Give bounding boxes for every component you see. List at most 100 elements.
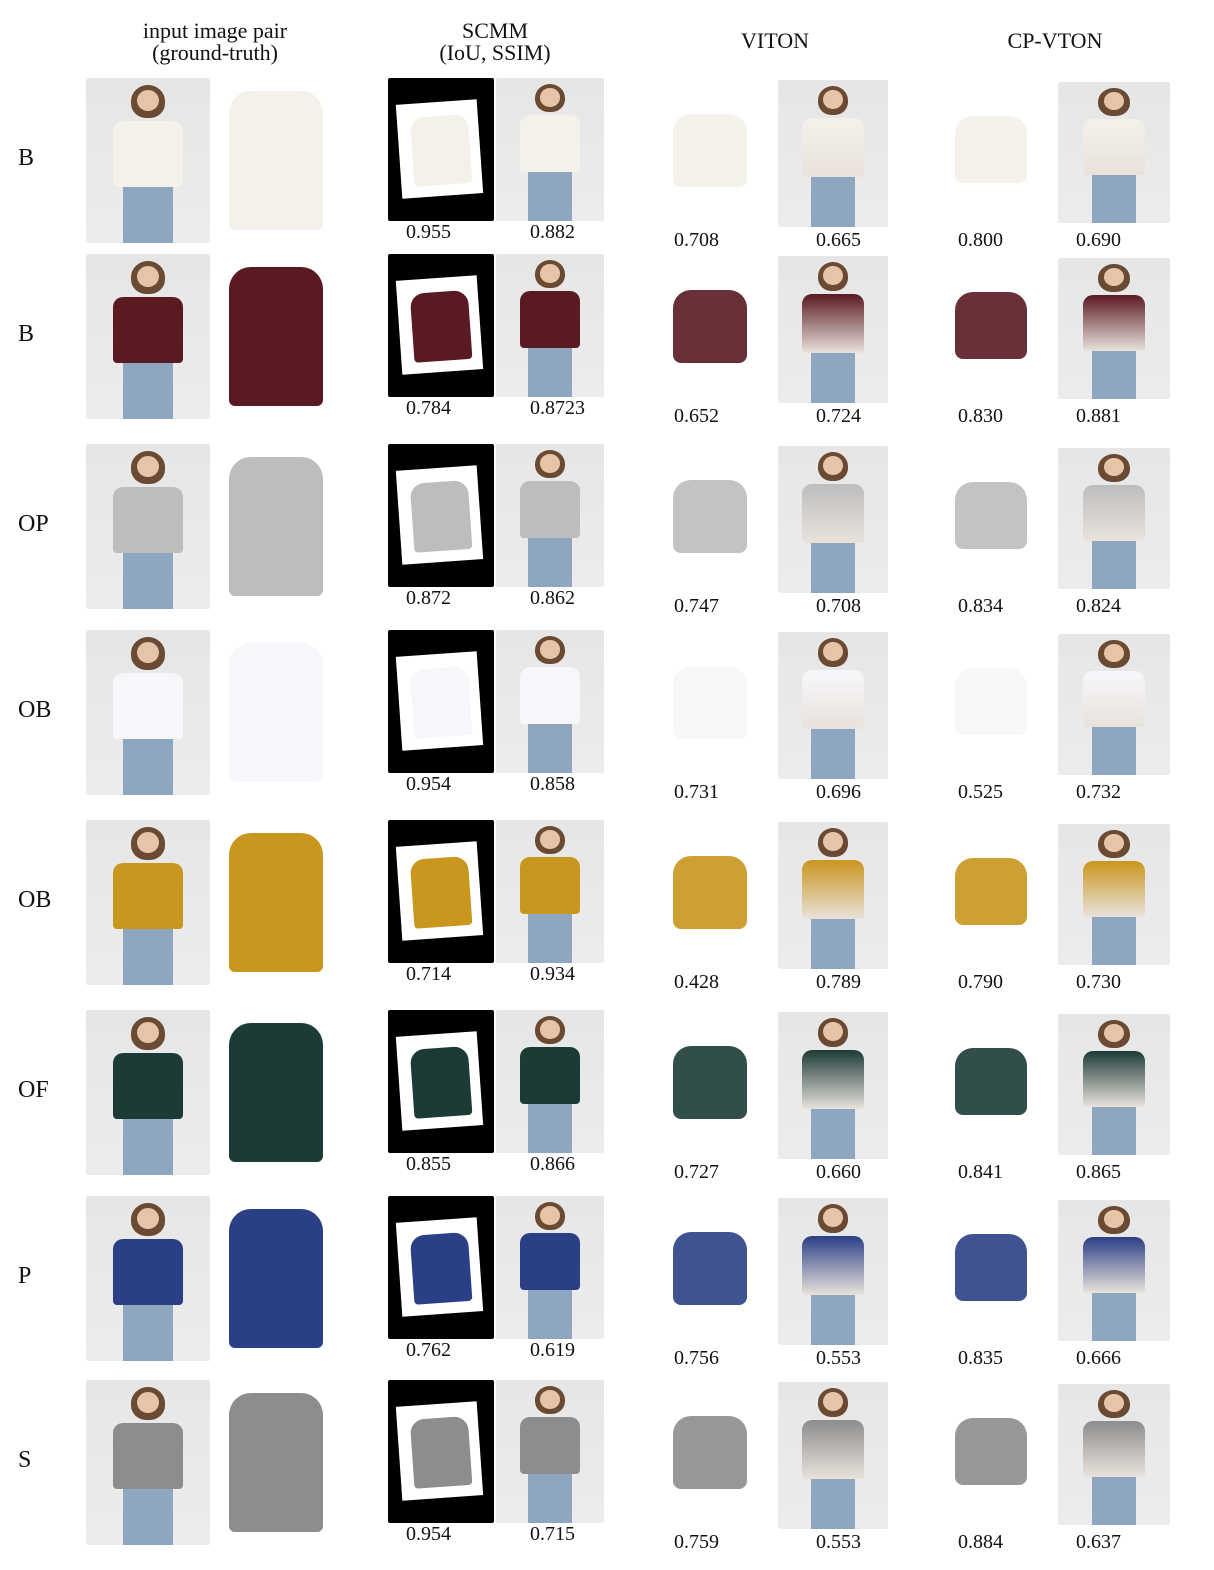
legs — [528, 914, 572, 963]
worn-garment — [113, 1422, 183, 1489]
warp-region — [395, 1401, 483, 1502]
warped-garment — [409, 114, 473, 188]
scmm-warp-image — [388, 1010, 494, 1153]
garment-shape — [673, 1045, 747, 1120]
worn-garment — [113, 1052, 183, 1119]
cpvton-ssim-score: 0.881 — [1076, 405, 1121, 427]
header-scmm-line1: SCMM — [461, 18, 529, 43]
input-cloth-image — [214, 1014, 338, 1171]
scmm-ssim-score: 0.8723 — [530, 397, 585, 419]
scmm-warp-image — [388, 254, 494, 397]
viton-warp-image — [664, 464, 756, 569]
face — [136, 1391, 160, 1413]
face — [136, 1207, 160, 1229]
garment-shape — [673, 479, 747, 554]
input-cloth-image — [214, 824, 338, 981]
worn-garment — [1082, 484, 1146, 542]
worn-garment — [802, 670, 864, 730]
cpvton-warp-image — [946, 468, 1036, 563]
legs — [123, 1304, 173, 1361]
cpvton-iou-score: 0.790 — [958, 971, 1003, 993]
cpvton-warp-image — [946, 654, 1036, 749]
header-viton: VITON — [740, 28, 810, 53]
garment-shape — [228, 457, 324, 596]
cpvton-iou-score: 0.841 — [958, 1161, 1003, 1183]
legs — [1091, 1293, 1137, 1341]
face — [540, 454, 560, 473]
scmm-iou-score: 0.872 — [406, 587, 451, 609]
cpvton-warp-image — [946, 1220, 1036, 1315]
input-person-image — [86, 254, 210, 419]
garment-shape — [228, 1209, 324, 1348]
viton-ssim-score: 0.553 — [816, 1531, 861, 1553]
cpvton-result-image — [1058, 82, 1170, 223]
cpvton-ssim-score: 0.732 — [1076, 781, 1121, 803]
worn-garment — [113, 486, 183, 553]
header-cpvton: CP-VTON — [1007, 28, 1103, 53]
cpvton-ssim-score: 0.666 — [1076, 1347, 1121, 1369]
legs — [811, 543, 855, 593]
worn-garment — [519, 667, 581, 725]
face — [136, 641, 160, 663]
scmm-ssim-score: 0.619 — [530, 1339, 575, 1361]
worn-garment — [802, 484, 864, 544]
input-cloth-image — [214, 1384, 338, 1541]
face — [136, 1021, 160, 1043]
legs — [528, 1474, 572, 1523]
garment-shape — [673, 855, 747, 930]
cpvton-ssim-score: 0.824 — [1076, 595, 1121, 617]
legs — [1091, 1107, 1137, 1155]
worn-garment — [519, 481, 581, 539]
header-input-line2: (ground-truth) — [152, 40, 278, 65]
cpvton-ssim-score: 0.637 — [1076, 1531, 1121, 1553]
scmm-iou-score: 0.855 — [406, 1153, 451, 1175]
cpvton-iou-score: 0.830 — [958, 405, 1003, 427]
face — [540, 1390, 560, 1409]
warped-garment — [409, 856, 473, 930]
scmm-result-image — [496, 444, 604, 587]
garment-shape — [955, 1418, 1027, 1485]
garment-shape — [955, 116, 1027, 183]
face — [540, 1206, 560, 1225]
warp-region — [395, 651, 483, 752]
viton-result-image — [778, 80, 888, 227]
input-cloth-image — [214, 448, 338, 605]
face — [540, 88, 560, 107]
viton-iou-score: 0.428 — [674, 971, 719, 993]
input-cloth-image — [214, 82, 338, 239]
input-person-image — [86, 1010, 210, 1175]
viton-result-image — [778, 1198, 888, 1345]
legs — [123, 738, 173, 795]
viton-iou-score: 0.759 — [674, 1531, 719, 1553]
face — [136, 89, 160, 111]
worn-garment — [802, 118, 864, 178]
garment-shape — [673, 1415, 747, 1490]
header-input: input image pair (ground-truth) — [110, 20, 320, 64]
cpvton-ssim-score: 0.730 — [1076, 971, 1121, 993]
worn-garment — [113, 1238, 183, 1305]
scmm-result-image — [496, 1196, 604, 1339]
warped-garment — [409, 1046, 473, 1120]
legs — [1091, 541, 1137, 589]
cpvton-result-image — [1058, 634, 1170, 775]
scmm-result-image — [496, 820, 604, 963]
face — [540, 830, 560, 849]
row-label: S — [18, 1446, 32, 1473]
cpvton-ssim-score: 0.865 — [1076, 1161, 1121, 1183]
input-person-image — [86, 78, 210, 243]
scmm-ssim-score: 0.882 — [530, 221, 575, 243]
worn-garment — [802, 1420, 864, 1480]
scmm-iou-score: 0.762 — [406, 1339, 451, 1361]
row-label: P — [18, 1262, 32, 1289]
worn-garment — [113, 672, 183, 739]
legs — [528, 1290, 572, 1339]
warp-region — [395, 841, 483, 942]
header-scmm-line2: (IoU, SSIM) — [439, 40, 551, 65]
viton-iou-score: 0.652 — [674, 405, 719, 427]
warp-region — [395, 465, 483, 566]
viton-result-image — [778, 822, 888, 969]
input-person-image — [86, 820, 210, 985]
garment-shape — [228, 643, 324, 782]
viton-result-image — [778, 446, 888, 593]
worn-garment — [802, 1236, 864, 1296]
